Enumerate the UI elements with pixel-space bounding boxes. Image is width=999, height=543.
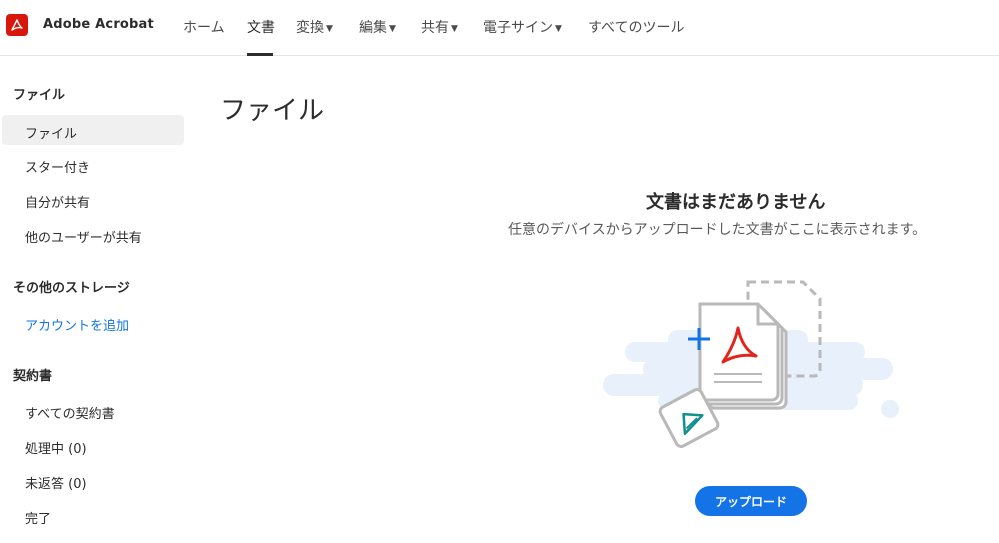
page-title: ファイル — [220, 96, 325, 126]
sidebar-item-waiting[interactable]: 未返答 (0) — [25, 473, 87, 492]
sidebar-heading-storage: その他のストレージ — [13, 281, 130, 296]
nav-share[interactable]: 共有 ▼ — [421, 17, 458, 37]
sidebar-item-all-agreements[interactable]: すべての契約書 — [25, 403, 115, 422]
empty-state-title: 文書はまだありません — [646, 192, 826, 213]
chevron-down-icon: ▼ — [451, 24, 458, 34]
empty-state-subtitle: 任意のデバイスからアップロードした文書がここに表示されます。 — [508, 222, 927, 238]
chevron-down-icon: ▼ — [326, 24, 333, 34]
chevron-down-icon: ▼ — [555, 24, 562, 34]
sidebar-item-shared-by-others[interactable]: 他のユーザーが共有 — [25, 227, 142, 246]
sidebar-heading-files: ファイル — [13, 88, 66, 103]
add-account-link[interactable]: アカウントを追加 — [25, 315, 129, 334]
empty-documents-illustration-icon — [603, 280, 899, 448]
top-bar: Adobe Acrobat ホーム 文書 変換 ▼ 編集 ▼ 共有 ▼ 電子サイン ▼ … — [0, 0, 999, 56]
acrobat-logo-icon[interactable] — [6, 14, 28, 36]
upload-button[interactable]: アップロード — [695, 486, 807, 516]
sidebar-item-completed[interactable]: 完了 — [25, 508, 51, 527]
sidebar-item-files[interactable]: ファイル — [25, 123, 77, 142]
nav-documents[interactable]: 文書 — [247, 17, 275, 37]
chevron-down-icon: ▼ — [389, 24, 396, 34]
nav-esign[interactable]: 電子サイン ▼ — [483, 17, 562, 37]
sidebar-item-in-progress[interactable]: 処理中 (0) — [25, 438, 87, 457]
nav-all-tools[interactable]: すべてのツール — [588, 17, 684, 37]
nav-home[interactable]: ホーム — [183, 17, 225, 37]
sidebar-item-shared-by-you[interactable]: 自分が共有 — [25, 192, 90, 211]
sidebar-item-starred[interactable]: スター付き — [25, 157, 90, 176]
nav-active-indicator — [247, 53, 273, 56]
nav-edit[interactable]: 編集 ▼ — [359, 17, 396, 37]
brand-name[interactable]: Adobe Acrobat — [43, 17, 154, 32]
sidebar-heading-agreements: 契約書 — [13, 369, 53, 384]
nav-convert[interactable]: 変換 ▼ — [296, 17, 333, 37]
